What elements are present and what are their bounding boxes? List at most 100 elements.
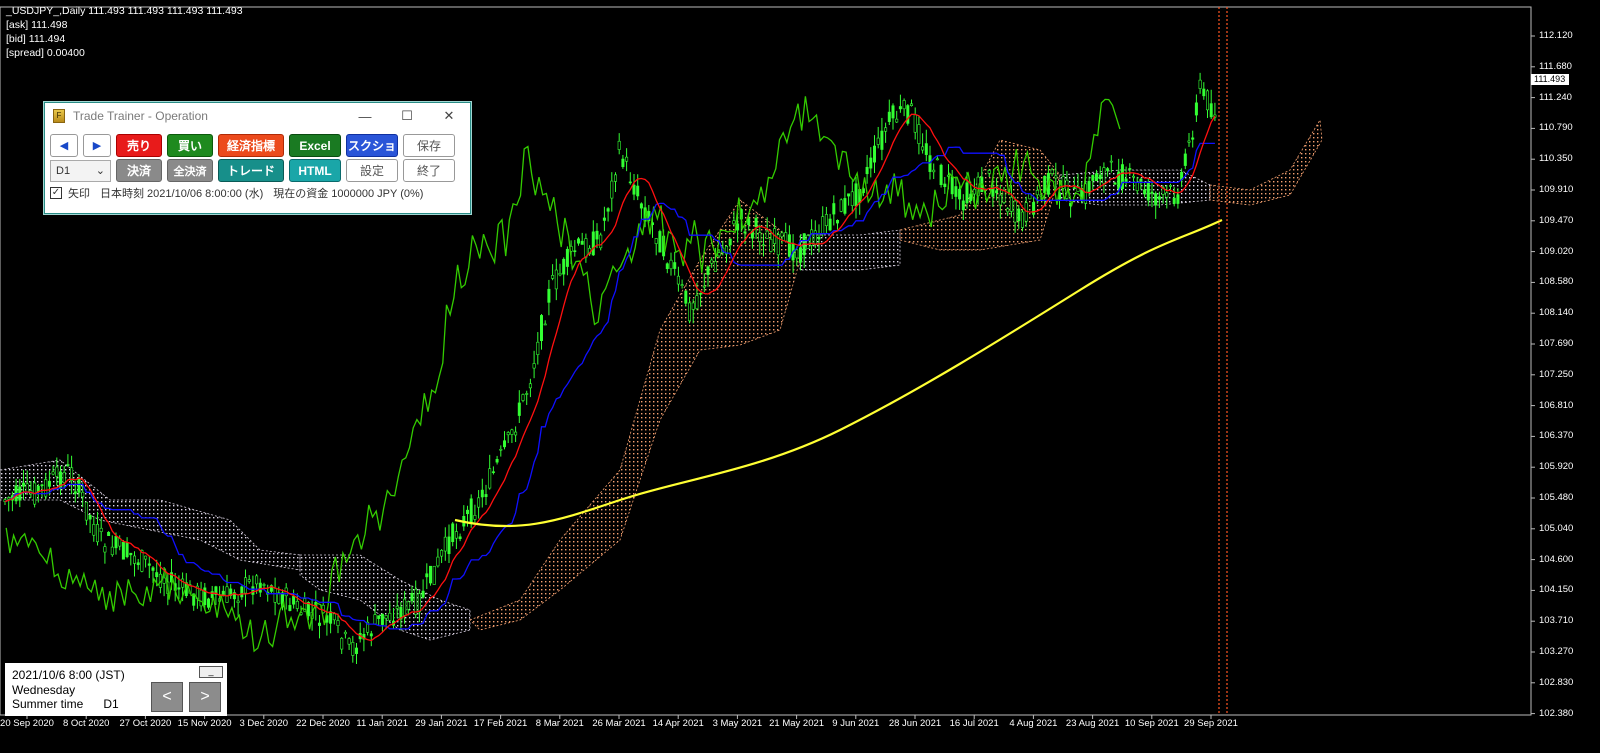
- candle-body: [410, 593, 414, 602]
- candle-body: [832, 203, 836, 215]
- candle-body: [354, 647, 358, 654]
- candle-body: [1098, 174, 1102, 180]
- candle-body: [51, 471, 55, 475]
- candle-body: [1169, 185, 1173, 187]
- candle-body: [73, 491, 77, 494]
- exit-button[interactable]: 終了: [403, 159, 455, 182]
- panel-prev-button[interactable]: <: [151, 682, 183, 712]
- candle-body: [244, 577, 248, 594]
- buy-button[interactable]: 買い: [167, 134, 213, 157]
- candle-body: [576, 238, 580, 244]
- candle-body: [595, 230, 599, 240]
- candle-body: [865, 166, 869, 175]
- candle-body: [684, 290, 688, 304]
- panel-minimize-button[interactable]: _: [199, 666, 223, 678]
- date-label: 4 Aug 2021: [1009, 718, 1058, 729]
- candle-body: [473, 515, 477, 520]
- candle-body: [277, 592, 281, 604]
- arrow-checkbox[interactable]: ✓: [50, 187, 62, 199]
- candle-body: [1013, 200, 1017, 223]
- candle-body: [887, 111, 891, 122]
- candle-body: [991, 187, 995, 197]
- trade-trainer-titlebar[interactable]: F Trade Trainer - Operation — ☐ ✕: [45, 103, 470, 129]
- candle-body: [913, 114, 917, 133]
- candle-body: [754, 217, 758, 228]
- candle-body: [691, 302, 695, 310]
- candle-body: [1150, 191, 1154, 194]
- settle-button[interactable]: 決済: [116, 159, 162, 182]
- candle-body: [207, 598, 211, 608]
- candle-body: [255, 575, 259, 585]
- price-label: 111.680: [1539, 60, 1572, 72]
- candle-body: [562, 258, 566, 275]
- trade-button[interactable]: トレード: [218, 159, 284, 182]
- settle-all-button[interactable]: 全決済: [167, 159, 213, 182]
- excel-button[interactable]: Excel: [289, 134, 341, 157]
- candle-body: [144, 555, 148, 560]
- price-label: 109.470: [1539, 214, 1574, 226]
- candle-body: [1135, 182, 1139, 192]
- candle-body: [506, 432, 510, 436]
- candle-body: [133, 555, 137, 564]
- prev-bar-button[interactable]: ◀: [50, 134, 78, 157]
- candle-body: [1087, 181, 1091, 193]
- candle-body: [636, 185, 640, 197]
- minimize-icon[interactable]: —: [344, 103, 386, 129]
- candle-body: [854, 183, 858, 207]
- candle-body: [502, 440, 506, 448]
- economic-indicators-button[interactable]: 経済指標: [218, 134, 284, 157]
- candle-body: [1054, 175, 1058, 179]
- price-label: 110.350: [1539, 153, 1573, 165]
- candle-body: [425, 573, 429, 578]
- candle-body: [536, 341, 540, 355]
- candle-body: [706, 266, 710, 275]
- candle-body: [1043, 175, 1047, 193]
- panel-next-button[interactable]: >: [189, 682, 221, 712]
- settings-button[interactable]: 設定: [346, 159, 398, 182]
- price-label: 104.150: [1539, 584, 1574, 596]
- candle-body: [761, 244, 765, 247]
- timeframe-select[interactable]: D1 ⌄: [50, 159, 111, 182]
- date-label: 20 Sep 2020: [0, 718, 54, 729]
- candle-body: [1095, 173, 1099, 182]
- candle-body: [147, 563, 151, 566]
- candle-body: [129, 552, 133, 556]
- candle-body: [351, 642, 355, 656]
- candle-body: [484, 494, 488, 498]
- screenshot-button[interactable]: スクショ: [346, 134, 398, 157]
- sell-button[interactable]: 売り: [116, 134, 162, 157]
- candle-body: [969, 193, 973, 201]
- candle-body: [25, 483, 29, 493]
- candle-body: [1017, 208, 1021, 222]
- panel-weekday: Wednesday: [12, 682, 76, 697]
- candle-body: [728, 238, 732, 246]
- candle-body: [181, 578, 185, 588]
- candle-body: [784, 232, 788, 242]
- price-label: 103.270: [1539, 646, 1574, 657]
- candle-body: [77, 478, 81, 493]
- candle-body: [47, 480, 51, 487]
- close-icon[interactable]: ✕: [428, 103, 470, 129]
- price-axis-ticks: [1531, 35, 1535, 715]
- save-button[interactable]: 保存: [403, 134, 455, 157]
- candle-body: [140, 550, 144, 572]
- current-price-badge: 111.493: [1531, 74, 1569, 85]
- candle-body: [510, 429, 514, 435]
- next-bar-button[interactable]: ▶: [83, 134, 111, 157]
- candle-body: [1187, 140, 1191, 143]
- html-button[interactable]: HTML: [289, 159, 341, 182]
- date-label: 23 Aug 2021: [1065, 718, 1120, 729]
- candle-body: [673, 262, 677, 269]
- candle-body: [1183, 153, 1187, 166]
- candle-body: [591, 231, 595, 256]
- maximize-icon[interactable]: ☐: [386, 103, 428, 129]
- candle-body: [236, 600, 240, 603]
- candle-body: [732, 220, 736, 225]
- candle-body: [440, 550, 444, 557]
- candle-body: [895, 118, 899, 123]
- candle-body: [628, 181, 632, 184]
- candle-body: [824, 214, 828, 227]
- candle-body: [765, 230, 769, 239]
- candle-body: [199, 589, 203, 607]
- price-label: 105.480: [1539, 492, 1574, 503]
